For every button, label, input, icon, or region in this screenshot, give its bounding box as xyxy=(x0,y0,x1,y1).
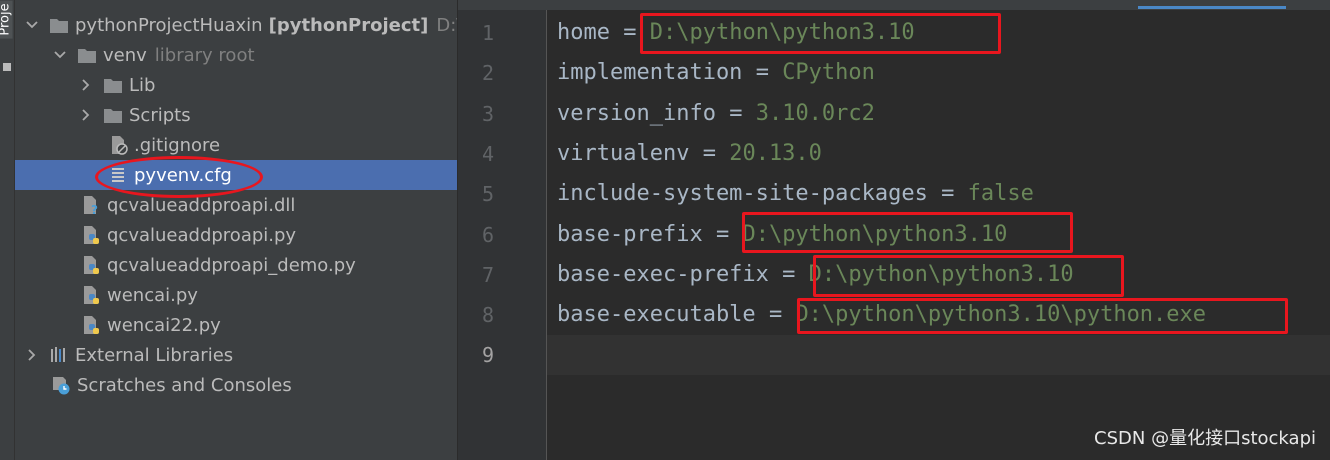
ignored-file-icon xyxy=(108,135,128,155)
equals-sign: = xyxy=(768,302,783,327)
equals-sign: = xyxy=(702,141,716,166)
current-line-highlight xyxy=(547,335,1330,375)
highlight-box xyxy=(742,212,1073,253)
config-key: home xyxy=(557,20,610,45)
python-file-icon xyxy=(81,285,101,305)
tree-row-scripts[interactable]: Scripts xyxy=(15,100,457,130)
config-key: include-system-site-packages xyxy=(557,181,928,206)
equals-sign: = xyxy=(755,60,769,85)
scratches-label: Scratches and Consoles xyxy=(77,374,292,396)
highlight-box xyxy=(813,255,1124,297)
config-value: 3.10.0rc2 xyxy=(755,101,875,126)
external-libraries-label: External Libraries xyxy=(75,344,234,366)
project-tool-window-strip[interactable]: Proje xyxy=(0,0,15,460)
equals-sign: = xyxy=(782,262,796,287)
tree-row-root[interactable]: pythonProjectHuaxin [pythonProject] D:\p… xyxy=(15,10,457,40)
config-key: virtualenv xyxy=(557,141,690,166)
folder-icon xyxy=(49,15,69,35)
config-value: CPython xyxy=(782,60,875,85)
line-number: 5 xyxy=(481,182,494,206)
config-key: version_info xyxy=(557,101,716,126)
code-line[interactable]: virtualenv = 20.13.0 xyxy=(557,134,822,174)
highlight-box xyxy=(640,13,1001,54)
root-folder-name: pythonProjectHuaxin xyxy=(75,14,263,36)
equals-sign: = xyxy=(623,20,637,45)
config-key: implementation xyxy=(557,60,743,85)
python-file-icon xyxy=(81,225,101,245)
line-number: 9 xyxy=(481,343,494,367)
lib-folder-name: Lib xyxy=(129,74,156,96)
wencai-file-name: wencai.py xyxy=(107,284,198,306)
line-number: 7 xyxy=(481,263,494,287)
project-tool-window-label[interactable]: Proje xyxy=(0,0,13,39)
chevron-down-icon[interactable] xyxy=(25,18,39,32)
py-file-name: qcvalueaddproapi.py xyxy=(107,224,297,246)
tree-row-dll[interactable]: ? qcvalueaddproapi.dll xyxy=(15,190,457,220)
line-number: 1 xyxy=(481,21,494,45)
folder-icon xyxy=(103,105,123,125)
code-line[interactable]: implementation = CPython xyxy=(557,53,875,93)
root-module-name: [pythonProject] xyxy=(268,14,429,36)
config-value: false xyxy=(967,181,1034,206)
highlight-ellipse xyxy=(95,156,263,198)
chevron-down-icon[interactable] xyxy=(53,48,67,62)
chevron-right-icon[interactable] xyxy=(79,78,93,92)
dll-file-name: qcvalueaddproapi.dll xyxy=(107,194,296,216)
tree-row-external-libraries[interactable]: External Libraries xyxy=(15,340,457,370)
highlight-box xyxy=(797,298,1288,334)
tool-window-marker xyxy=(3,63,11,71)
tree-row-wencai[interactable]: wencai.py xyxy=(15,280,457,310)
config-key: base-exec-prefix xyxy=(557,262,769,287)
tree-row-wencai22[interactable]: wencai22.py xyxy=(15,310,457,340)
svg-text:?: ? xyxy=(91,203,98,215)
tree-row-gitignore[interactable]: .gitignore xyxy=(15,130,457,160)
config-value: 20.13.0 xyxy=(729,141,822,166)
root-path: D:\py xyxy=(436,14,457,36)
demo-file-name: qcvalueaddproapi_demo.py xyxy=(107,254,356,276)
chevron-right-icon[interactable] xyxy=(79,108,93,122)
project-tree-panel[interactable]: pythonProjectHuaxin [pythonProject] D:\p… xyxy=(15,0,457,460)
tree-row-demo[interactable]: qcvalueaddproapi_demo.py xyxy=(15,250,457,280)
libraries-icon xyxy=(49,345,69,365)
equals-sign: = xyxy=(729,101,743,126)
tree-row-venv[interactable]: venv library root xyxy=(15,40,457,70)
python-file-icon xyxy=(81,255,101,275)
scratches-icon xyxy=(51,375,71,395)
line-number: 2 xyxy=(481,61,494,85)
wencai22-file-name: wencai22.py xyxy=(107,314,221,336)
folder-icon xyxy=(77,45,97,65)
line-number: 4 xyxy=(481,142,494,166)
line-number: 6 xyxy=(481,223,494,247)
equals-sign: = xyxy=(941,181,955,206)
code-line[interactable]: version_info = 3.10.0rc2 xyxy=(557,94,875,134)
equals-sign: = xyxy=(715,222,730,247)
unknown-file-icon: ? xyxy=(81,195,101,215)
active-tab-indicator xyxy=(1138,6,1286,9)
venv-folder-name: venv xyxy=(103,44,147,66)
chevron-right-icon[interactable] xyxy=(25,348,39,362)
watermark: CSDN @量化接口stockapi xyxy=(1094,428,1316,449)
line-number: 3 xyxy=(481,102,494,126)
tree-row-scratches[interactable]: Scratches and Consoles xyxy=(15,370,457,400)
config-key: base-executable xyxy=(557,302,756,327)
library-root-hint: library root xyxy=(154,44,255,66)
tree-row-lib[interactable]: Lib xyxy=(15,70,457,100)
gitignore-file-name: .gitignore xyxy=(134,134,221,156)
line-number: 8 xyxy=(481,303,494,327)
python-file-icon xyxy=(81,315,101,335)
folder-icon xyxy=(103,75,123,95)
code-line[interactable]: include-system-site-packages = false xyxy=(557,174,1034,214)
tree-row-py[interactable]: qcvalueaddproapi.py xyxy=(15,220,457,250)
config-key: base-prefix xyxy=(557,222,703,247)
scripts-folder-name: Scripts xyxy=(129,104,191,126)
